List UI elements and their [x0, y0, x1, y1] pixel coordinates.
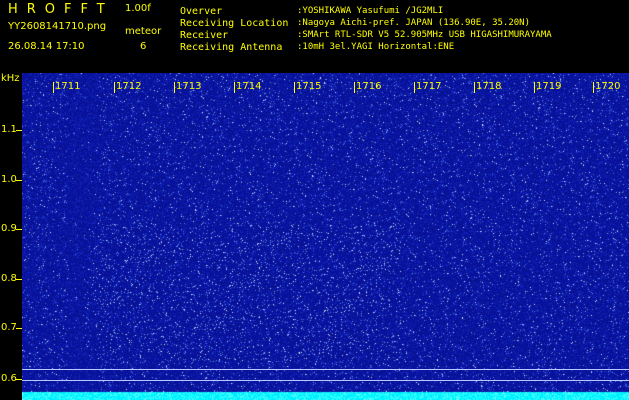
x-tick: [414, 82, 415, 93]
y-tick: [16, 180, 22, 181]
band-marker-line: [22, 369, 629, 370]
spectrogram-waterfall: [22, 73, 629, 400]
y-tick: [16, 229, 22, 230]
receiver-label: Receiver: [180, 30, 229, 41]
x-tick-label: 1718: [476, 81, 502, 92]
x-tick-label: 1711: [55, 81, 81, 92]
y-tick-label: 0.9: [1, 223, 17, 234]
x-tick-label: 1719: [536, 81, 562, 92]
x-tick: [593, 82, 594, 93]
x-tick: [534, 82, 535, 93]
x-tick: [174, 82, 175, 93]
y-tick-label: 0.8: [1, 273, 17, 284]
observer-value: :YOSHIKAWA Yasufumi /JG2MLI: [297, 6, 444, 16]
x-tick-label: 1713: [176, 81, 202, 92]
x-tick: [234, 82, 235, 93]
x-tick: [474, 82, 475, 93]
receiver-value: :SMArt RTL-SDR V5 52.905MHz USB HIGASHIM…: [297, 30, 552, 40]
x-tick: [114, 82, 115, 93]
mode-label: meteor: [125, 26, 162, 37]
x-tick: [294, 82, 295, 93]
x-tick-label: 1720: [595, 81, 621, 92]
y-tick-label: 0.6: [1, 373, 17, 384]
timestamp: 26.08.14 17:10: [8, 41, 85, 52]
app-version: 1.00f: [125, 3, 151, 14]
y-tick: [16, 130, 22, 131]
band-marker-line: [22, 380, 629, 381]
x-tick-label: 1712: [116, 81, 142, 92]
antenna-label: Receiving Antenna: [180, 42, 283, 53]
x-tick-label: 1717: [416, 81, 442, 92]
location-value: :Nagoya Aichi-pref. JAPAN (136.90E, 35.2…: [297, 18, 530, 28]
x-tick: [53, 82, 54, 93]
y-tick-label: 0.7: [1, 322, 17, 333]
x-tick-label: 1716: [356, 81, 382, 92]
y-tick-label: 1.0: [1, 174, 17, 185]
app-title: HROFFT: [8, 2, 114, 17]
y-tick-label: 1.1: [1, 124, 17, 135]
y-axis-unit: kHz: [1, 73, 20, 84]
location-label: Receiving Location: [180, 18, 289, 29]
x-tick: [354, 82, 355, 93]
y-tick: [16, 328, 22, 329]
meteor-count: 6: [140, 41, 147, 52]
y-tick: [16, 279, 22, 280]
antenna-value: :10mH 3el.YAGI Horizontal:ENE: [297, 42, 455, 52]
x-tick-label: 1715: [296, 81, 322, 92]
image-filename: YY2608141710.png: [8, 21, 107, 32]
header-panel: HROFFT 1.00f YY2608141710.png meteor 26.…: [0, 0, 629, 72]
x-tick-label: 1714: [236, 81, 262, 92]
observer-label: Overver: [180, 6, 223, 17]
y-axis: [0, 73, 22, 400]
